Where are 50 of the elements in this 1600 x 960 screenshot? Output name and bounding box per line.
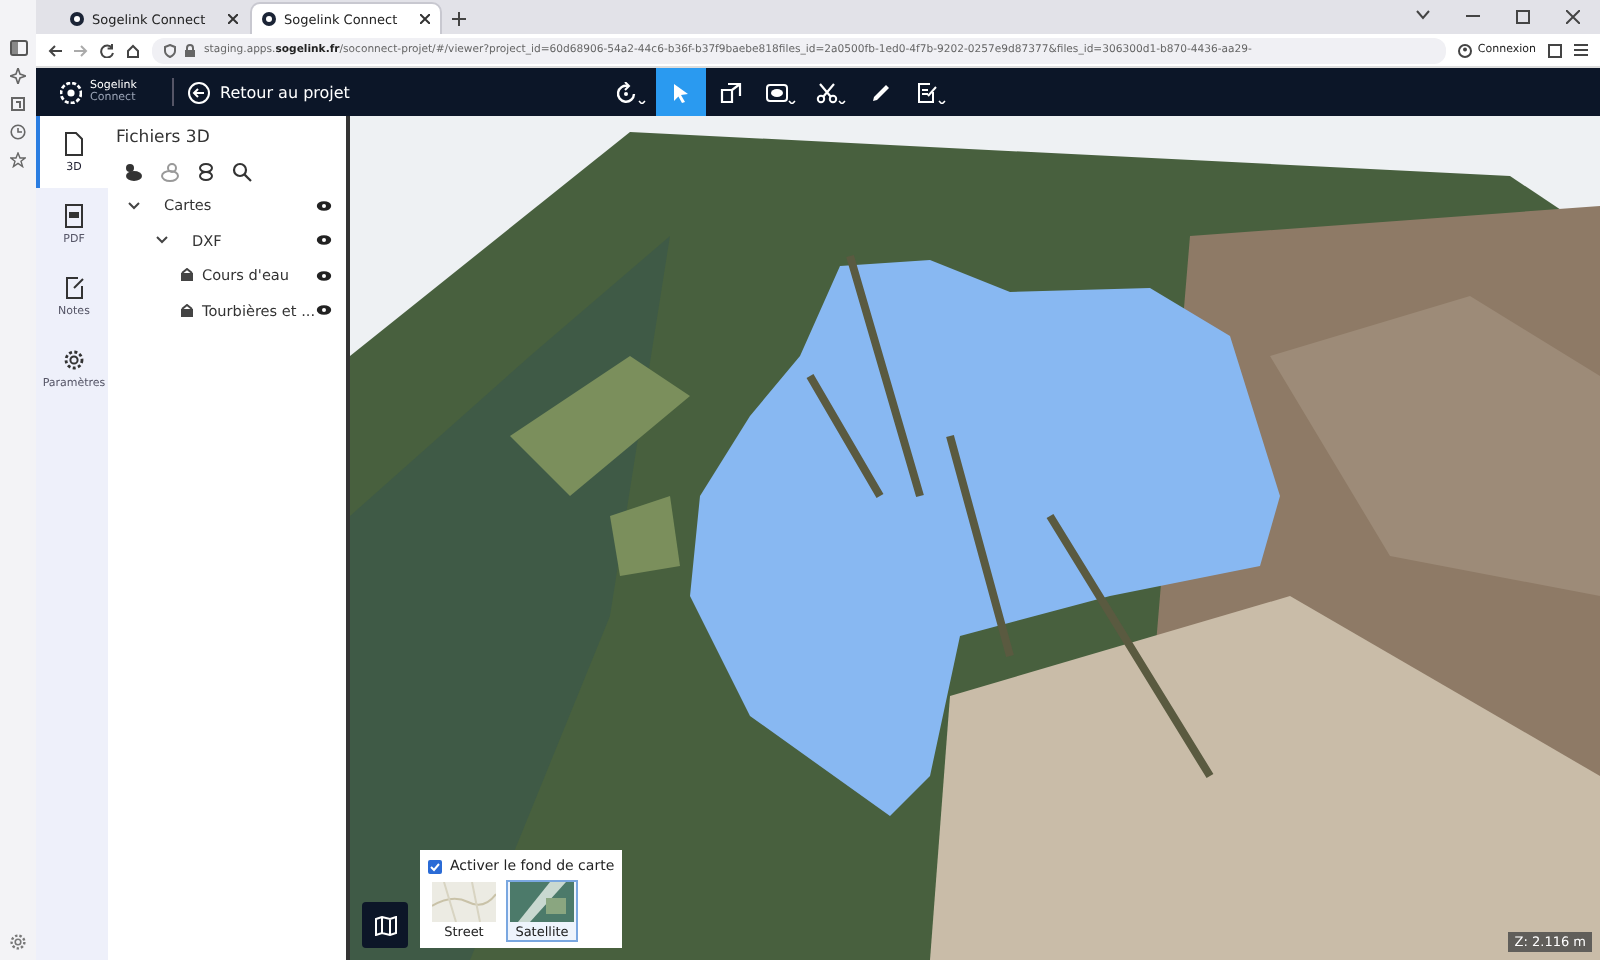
checkbox[interactable] <box>428 859 442 873</box>
pencil-icon <box>869 81 892 103</box>
panel-title: Fichiers 3D <box>116 128 212 148</box>
menu-icon[interactable] <box>1574 44 1588 56</box>
shield-icon <box>164 43 176 57</box>
lock-icon <box>184 43 196 57</box>
visibility-icon[interactable] <box>316 234 332 247</box>
visibility-icon[interactable] <box>316 304 332 317</box>
visibility-icon[interactable] <box>316 269 332 282</box>
logo-icon <box>70 12 84 26</box>
extensions-icon[interactable] <box>1548 43 1562 57</box>
map-button[interactable] <box>362 902 408 948</box>
search-icon[interactable] <box>232 162 252 182</box>
chevron-down-icon[interactable] <box>1416 10 1430 20</box>
back-button[interactable]: Retour au projet <box>180 81 358 103</box>
visibility-icon[interactable] <box>316 199 332 212</box>
maximize-icon[interactable] <box>1516 10 1530 24</box>
note-icon <box>915 81 946 103</box>
layer-icon <box>180 303 194 318</box>
pointer-icon <box>669 81 692 103</box>
gear-icon <box>64 347 84 371</box>
eye-icon <box>765 81 796 103</box>
user-icon[interactable] <box>1457 43 1472 57</box>
close-icon[interactable] <box>228 14 238 24</box>
home-icon[interactable] <box>126 43 140 57</box>
satellite-thumbnail <box>510 882 574 922</box>
reload-icon[interactable] <box>100 43 114 57</box>
star-icon[interactable] <box>10 152 26 168</box>
history-icon[interactable] <box>10 124 26 140</box>
add-tab-icon[interactable] <box>452 12 466 26</box>
street-map-thumbnail <box>432 882 496 922</box>
pdf-icon <box>64 203 84 227</box>
back-icon[interactable] <box>48 43 62 57</box>
back-arrow-icon <box>188 81 210 103</box>
close-icon[interactable] <box>420 14 430 24</box>
minimize-icon[interactable] <box>1466 10 1480 20</box>
note-icon <box>64 275 84 299</box>
sidebar-icon[interactable] <box>9 40 27 56</box>
logo-icon <box>262 12 276 26</box>
sparkle-icon[interactable] <box>10 68 26 84</box>
settings-icon[interactable] <box>10 934 26 950</box>
rotate-icon <box>615 81 646 103</box>
book-map-icon <box>373 915 397 935</box>
scissors-icon <box>815 81 846 103</box>
chevron-icon[interactable] <box>152 232 172 249</box>
close-icon[interactable] <box>1566 10 1580 24</box>
logo-icon <box>60 81 82 103</box>
chevron-icon[interactable] <box>124 197 144 214</box>
file-icon <box>64 131 84 155</box>
layer-icon <box>180 268 194 283</box>
